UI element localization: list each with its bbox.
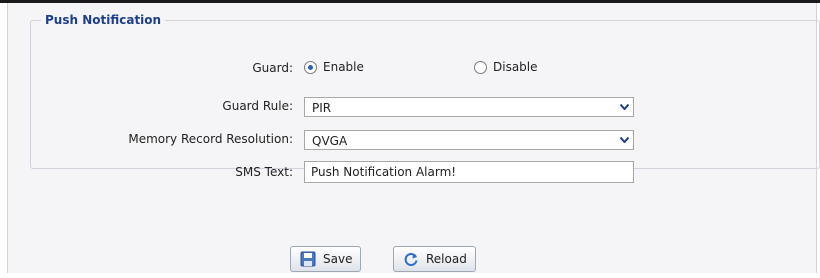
guard-disable-label: Disable — [493, 60, 538, 74]
radio-checked-icon — [304, 60, 317, 74]
refresh-icon — [402, 250, 420, 268]
section-title: Push Notification — [45, 13, 162, 27]
reload-button[interactable]: Reload — [393, 246, 476, 272]
floppy-disk-icon — [299, 250, 317, 268]
save-button[interactable]: Save — [290, 246, 362, 272]
guard-enable-radio[interactable]: Enable — [304, 60, 364, 74]
radio-unchecked-icon — [474, 60, 487, 74]
guard-enable-label: Enable — [323, 60, 364, 74]
guard-label: Guard: — [252, 61, 293, 75]
guard-rule-label: Guard Rule: — [222, 99, 293, 113]
guard-rule-value: PIR — [312, 101, 332, 115]
reload-button-label: Reload — [426, 252, 467, 266]
chevron-down-icon[interactable] — [616, 132, 632, 148]
chevron-down-icon[interactable] — [616, 99, 632, 115]
guard-disable-radio[interactable]: Disable — [474, 60, 538, 74]
sms-text-label: SMS Text: — [235, 165, 293, 179]
sms-text-input[interactable] — [304, 161, 634, 183]
memory-record-resolution-label: Memory Record Resolution: — [128, 132, 293, 146]
push-notification-group: Push Notification Guard: Enable Disable … — [30, 13, 820, 183]
settings-panel: Push Notification Guard: Enable Disable … — [7, 3, 820, 273]
memory-record-resolution-select[interactable]: QVGA — [304, 130, 634, 150]
save-button-label: Save — [323, 252, 353, 266]
guard-rule-select[interactable]: PIR — [304, 97, 634, 117]
memory-record-resolution-value: QVGA — [312, 134, 348, 148]
